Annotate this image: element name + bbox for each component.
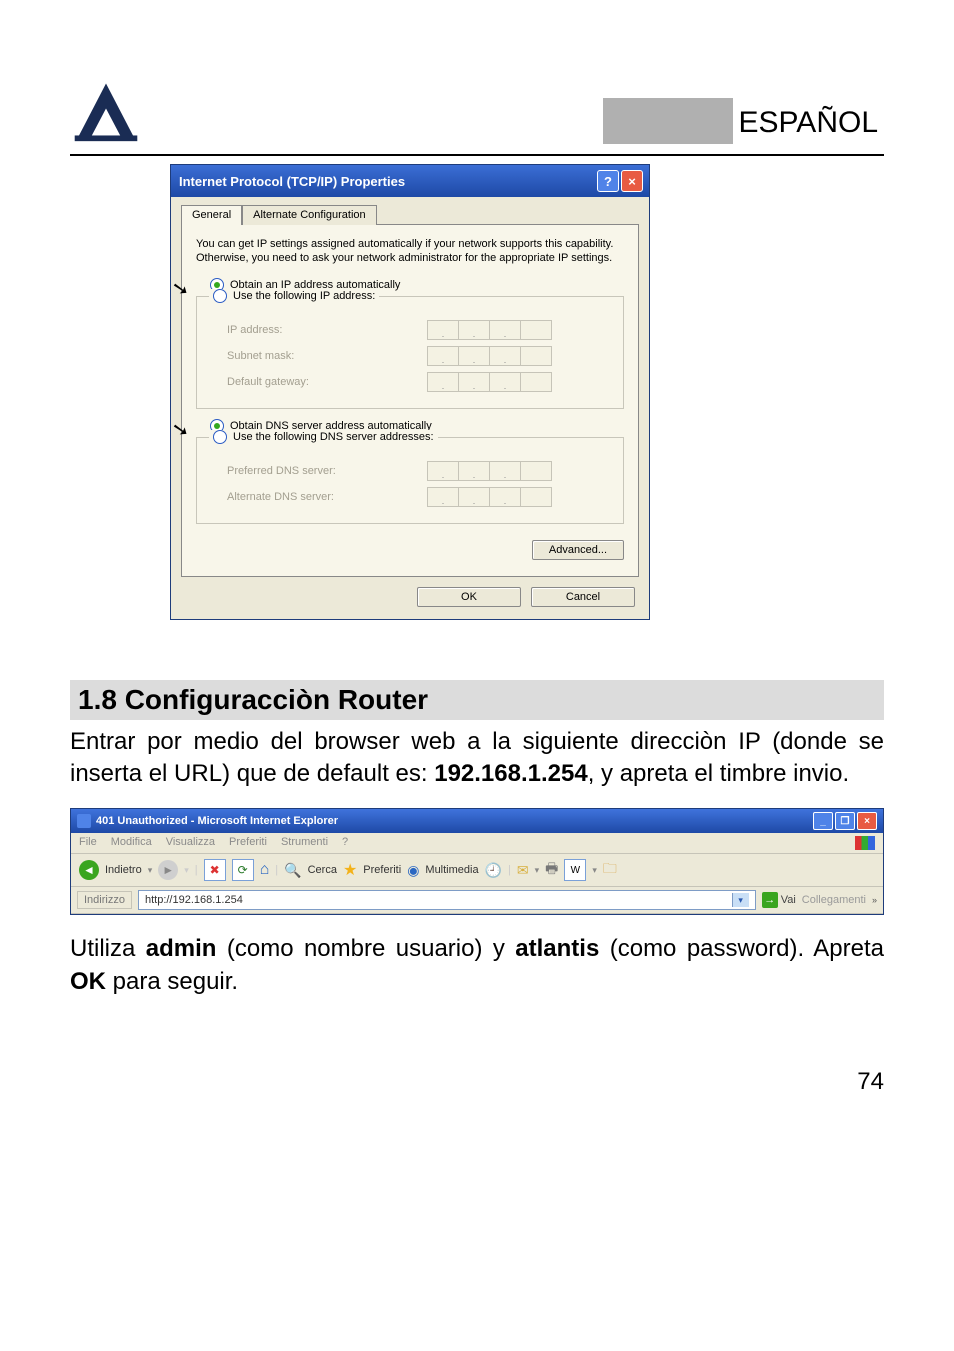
menu-file[interactable]: File bbox=[79, 836, 97, 850]
ie-menu-bar: File Modifica Visualizza Preferiti Strum… bbox=[71, 833, 883, 854]
address-input[interactable]: http://192.168.1.254 ▾ bbox=[138, 890, 756, 910]
media-label[interactable]: Multimedia bbox=[425, 864, 478, 876]
menu-visualizza[interactable]: Visualizza bbox=[166, 836, 215, 850]
media-icon[interactable]: ◉ bbox=[407, 862, 419, 879]
subnet-mask-input: ... bbox=[427, 346, 552, 366]
dialog-help-text: You can get IP settings assigned automat… bbox=[196, 237, 624, 266]
section-heading: 1.8 Configuracciòn Router bbox=[70, 680, 884, 720]
home-icon[interactable]: ⌂ bbox=[260, 861, 270, 879]
address-dropdown-icon[interactable]: ▾ bbox=[732, 893, 749, 907]
mail-icon[interactable]: ✉ bbox=[517, 862, 529, 879]
edit-icon[interactable]: W bbox=[564, 859, 586, 881]
ip-address-input: ... bbox=[427, 320, 552, 340]
alt-dns-input: ... bbox=[427, 487, 552, 507]
ie-window: 401 Unauthorized - Microsoft Internet Ex… bbox=[70, 808, 884, 915]
radio-icon bbox=[213, 289, 227, 303]
ok-button[interactable]: OK bbox=[417, 587, 521, 607]
history-icon[interactable]: 🕘 bbox=[485, 862, 502, 879]
header-divider bbox=[70, 154, 884, 156]
language-block: ESPAÑOL bbox=[603, 98, 885, 144]
chevron-icon[interactable]: » bbox=[872, 895, 877, 905]
back-icon[interactable]: ◄ bbox=[79, 860, 99, 880]
minimize-icon[interactable]: _ bbox=[813, 812, 833, 830]
language-label: ESPAÑOL bbox=[733, 98, 885, 144]
go-button[interactable]: → Vai bbox=[762, 892, 796, 908]
radio-icon bbox=[213, 430, 227, 444]
help-icon[interactable]: ? bbox=[597, 170, 619, 192]
close-icon[interactable]: × bbox=[621, 170, 643, 192]
search-label[interactable]: Cerca bbox=[308, 864, 337, 876]
radio-label: Use the following DNS server addresses: bbox=[233, 431, 434, 443]
arrow-icon: ➘ bbox=[170, 274, 191, 302]
forward-icon[interactable]: ► bbox=[158, 860, 178, 880]
address-label: Indirizzo bbox=[77, 891, 132, 909]
alt-dns-label: Alternate DNS server: bbox=[209, 491, 427, 503]
logo bbox=[70, 80, 142, 144]
favorites-label[interactable]: Preferiti bbox=[363, 864, 401, 876]
maximize-icon[interactable]: ❐ bbox=[835, 812, 855, 830]
menu-modifica[interactable]: Modifica bbox=[111, 836, 152, 850]
close-icon[interactable]: × bbox=[857, 812, 877, 830]
go-icon: → bbox=[762, 892, 778, 908]
ie-titlebar: 401 Unauthorized - Microsoft Internet Ex… bbox=[71, 809, 883, 833]
search-icon[interactable]: 🔍 bbox=[284, 862, 301, 879]
advanced-button[interactable]: Advanced... bbox=[532, 540, 624, 560]
page-number: 74 bbox=[70, 1068, 884, 1096]
print-icon[interactable]: 🖶 bbox=[545, 858, 558, 882]
menu-help[interactable]: ? bbox=[342, 836, 348, 850]
refresh-icon[interactable]: ⟳ bbox=[232, 859, 254, 881]
radio-use-dns[interactable]: Use the following DNS server addresses: bbox=[209, 430, 438, 444]
ie-toolbar: ◄ Indietro ▾ ► ▾ | ✖ ⟳ ⌂ | 🔍 Cerca ★ Pre… bbox=[71, 854, 883, 887]
ie-icon bbox=[77, 814, 91, 828]
tab-general[interactable]: General bbox=[181, 205, 242, 225]
radio-label: Use the following IP address: bbox=[233, 290, 375, 302]
section-paragraph-2: Utiliza admin (como nombre usuario) y at… bbox=[70, 933, 884, 998]
dialog-title: Internet Protocol (TCP/IP) Properties bbox=[179, 174, 405, 189]
gateway-label: Default gateway: bbox=[209, 376, 427, 388]
menu-strumenti[interactable]: Strumenti bbox=[281, 836, 328, 850]
stop-icon[interactable]: ✖ bbox=[204, 859, 226, 881]
menu-preferiti[interactable]: Preferiti bbox=[229, 836, 267, 850]
subnet-mask-label: Subnet mask: bbox=[209, 350, 427, 362]
pref-dns-input: ... bbox=[427, 461, 552, 481]
address-url: http://192.168.1.254 bbox=[145, 894, 243, 906]
tab-alternate[interactable]: Alternate Configuration bbox=[242, 205, 377, 225]
tcpip-dialog: Internet Protocol (TCP/IP) Properties ? … bbox=[170, 164, 650, 620]
radio-use-ip[interactable]: Use the following IP address: bbox=[209, 289, 379, 303]
pref-dns-label: Preferred DNS server: bbox=[209, 465, 427, 477]
discuss-icon[interactable]: 🗀 bbox=[603, 858, 617, 882]
back-label[interactable]: Indietro bbox=[105, 864, 142, 876]
arrow-icon: ➘ bbox=[170, 415, 191, 443]
links-label[interactable]: Collegamenti bbox=[802, 894, 866, 906]
go-label: Vai bbox=[781, 894, 796, 906]
windows-flag-icon bbox=[855, 836, 875, 850]
favorites-icon[interactable]: ★ bbox=[343, 860, 357, 880]
cancel-button[interactable]: Cancel bbox=[531, 587, 635, 607]
ip-address-label: IP address: bbox=[209, 324, 427, 336]
dialog-titlebar: Internet Protocol (TCP/IP) Properties ? … bbox=[171, 165, 649, 197]
gateway-input: ... bbox=[427, 372, 552, 392]
section-paragraph-1: Entrar por medio del browser web a la si… bbox=[70, 726, 884, 791]
ie-title-text: 401 Unauthorized - Microsoft Internet Ex… bbox=[96, 815, 338, 827]
ie-address-bar: Indirizzo http://192.168.1.254 ▾ → Vai C… bbox=[71, 887, 883, 914]
